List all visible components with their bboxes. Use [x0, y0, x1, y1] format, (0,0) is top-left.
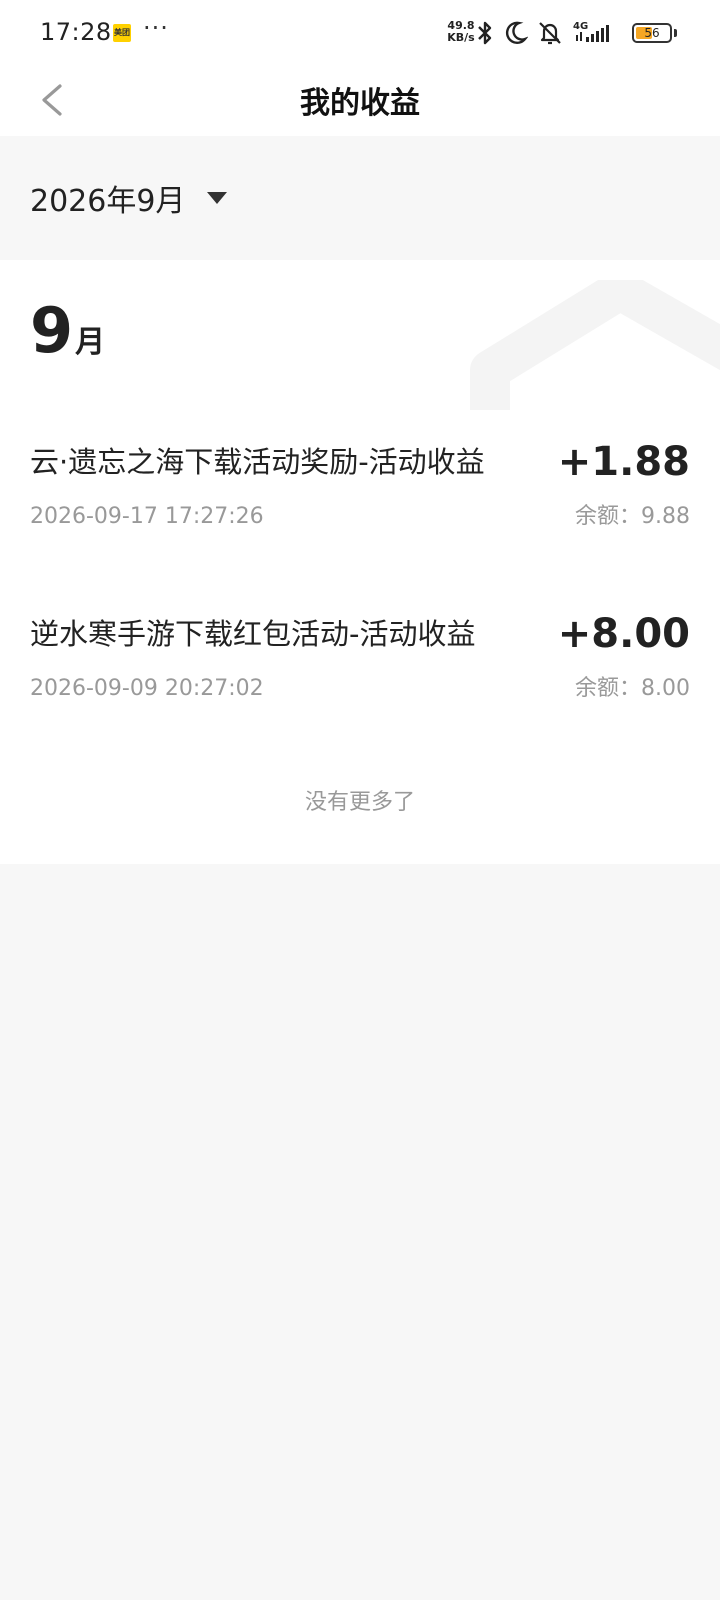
page-title: 我的收益 [300, 86, 420, 121]
status-time: 17:28 [40, 18, 112, 46]
do-not-disturb-moon-icon [505, 21, 528, 44]
earnings-card: 9 月 云·遗忘之海下载活动奖励-活动收益 +1.88 2026-09-17 1… [0, 260, 720, 864]
record-title: 云·遗忘之海下载活动奖励-活动收益 [30, 445, 485, 479]
earning-record[interactable]: 逆水寒手游下载红包活动-活动收益 +8.00 2026-09-09 20:27:… [30, 611, 690, 734]
month-number: 9 [30, 294, 74, 367]
month-heading: 9 月 [30, 300, 105, 362]
battery-cap [674, 29, 677, 37]
record-amount: +8.00 [557, 611, 690, 657]
record-time: 2026-09-09 20:27:02 [30, 676, 264, 701]
month-select-label: 2026年9月 [30, 184, 186, 219]
record-title: 逆水寒手游下载红包活动-活动收益 [30, 617, 476, 651]
status-bar: 17:28 美团 ··· 49.8 KB/s 4G 56 [0, 0, 720, 64]
battery-level: 56 [644, 26, 660, 40]
dropdown-triangle-icon [207, 192, 228, 204]
network-type-label: 4G [573, 21, 588, 32]
cellular-signal-icon: 4G [573, 21, 609, 42]
network-speed: 49.8 KB/s [444, 20, 478, 44]
header-bar: 我的收益 [0, 64, 720, 136]
meituan-app-icon: 美团 [113, 24, 131, 42]
month-select-dropdown[interactable]: 2026年9月 [30, 176, 228, 220]
bluetooth-icon [478, 21, 492, 45]
record-amount: +1.88 [557, 439, 690, 485]
record-balance: 余额：9.88 [575, 504, 690, 529]
more-notifications-icon: ··· [143, 14, 169, 42]
decorative-watermark-icon [470, 280, 720, 410]
record-balance: 余额：8.00 [575, 676, 690, 701]
month-unit: 月 [75, 325, 106, 360]
network-speed-unit: KB/s [447, 31, 475, 44]
muted-bell-icon [539, 22, 561, 45]
earning-record[interactable]: 云·遗忘之海下载活动奖励-活动收益 +1.88 2026-09-17 17:27… [30, 439, 690, 562]
no-more-label: 没有更多了 [304, 790, 415, 815]
battery-icon: 56 [632, 23, 672, 43]
month-selector-bar: 2026年9月 [0, 136, 720, 260]
record-time: 2026-09-17 17:27:26 [30, 504, 264, 529]
